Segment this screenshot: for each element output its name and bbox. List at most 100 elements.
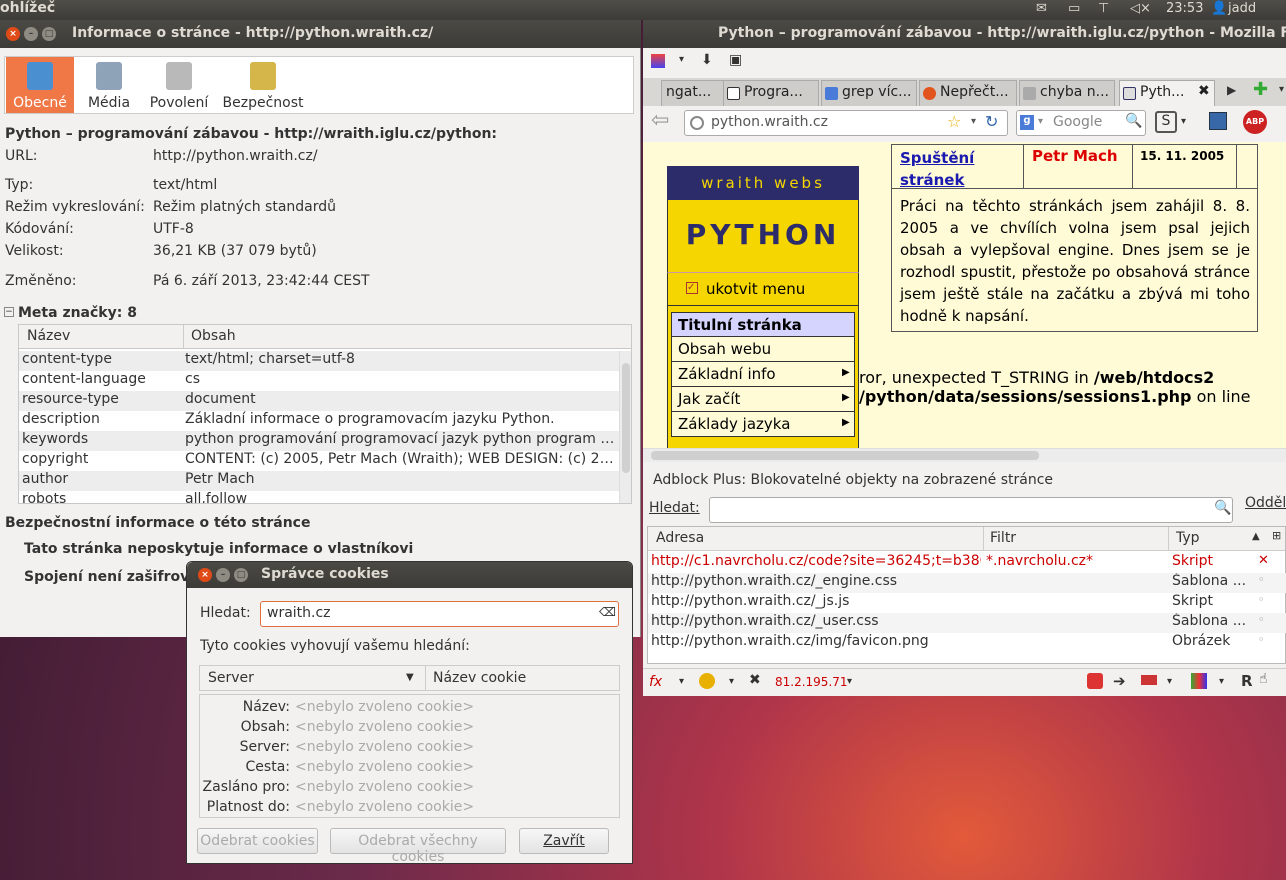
adblock-search-input[interactable]: 🔍 [709,497,1233,523]
table-row[interactable]: content-language cs [19,371,619,391]
greasemonkey-icon[interactable] [699,673,715,689]
tab-active[interactable]: Pyth... ✖ [1119,80,1215,106]
table-row[interactable]: robots all,follow [19,491,619,503]
window-icon[interactable]: ▣ [729,52,742,68]
table-row[interactable]: copyright CONTENT: (c) 2005, Petr Mach (W… [19,451,619,471]
menu-item-content[interactable]: Obsah webu [671,337,855,362]
collapse-icon[interactable]: − [4,307,14,317]
menu-item-home[interactable]: Titulní stránka [671,312,855,337]
chevron-down-icon[interactable]: ▾ [679,676,684,687]
tab[interactable]: chyba n... [1019,80,1115,106]
maximize-button[interactable]: □ [42,27,56,41]
panel-user[interactable]: jadd [1228,1,1256,16]
column-header-type[interactable]: Typ [1176,530,1200,546]
adblock-icon[interactable]: ABP [1243,110,1267,134]
flag-icon[interactable] [1141,675,1157,685]
ip-address[interactable]: 81.2.195.71 [775,675,848,689]
horizontal-scrollbar[interactable] [643,448,1286,462]
tab[interactable]: Nepřečt... [919,80,1017,106]
scrollbar-thumb[interactable] [622,363,630,473]
chevron-down-icon[interactable]: ▾ [1038,116,1043,127]
column-header-cookie-name[interactable]: Název cookie [433,670,526,686]
scroll-right-icon[interactable]: ▶ [1227,83,1236,97]
column-picker-icon[interactable]: ⊞ [1272,529,1281,542]
close-icon[interactable]: ✖ [749,672,761,688]
clear-search-icon[interactable]: ⌫ [599,605,616,619]
reload-icon[interactable]: ↻ [985,112,998,131]
s-extension-icon[interactable]: S [1155,111,1177,133]
minimize-button[interactable]: – [216,568,230,582]
table-row[interactable]: description Základní informace o programo… [19,411,619,431]
chevron-down-icon[interactable]: ▾ [1279,84,1284,95]
tab-media[interactable]: Média [81,57,137,113]
scrollbar-thumb[interactable] [651,451,1039,460]
chevron-down-icon[interactable]: ▾ [1181,116,1186,127]
tab-security[interactable]: Bezpečnost [221,57,305,113]
search-icon[interactable]: 🔍 [1214,500,1231,516]
table-row[interactable]: http://c1.navrcholu.cz/code?site=36245;t… [648,553,1286,573]
pin-menu[interactable]: ✓ ukotvit menu [667,272,859,306]
color-grid-icon[interactable] [1191,673,1207,689]
sort-icon[interactable]: ▲ [1252,531,1260,542]
chevron-down-icon[interactable]: ▾ [1219,676,1224,687]
chevron-down-icon[interactable]: ▾ [729,676,734,687]
volume-icon[interactable]: ◁× [1130,1,1151,16]
table-row[interactable]: author Petr Mach [19,471,619,491]
chevron-down-icon[interactable]: ▾ [971,116,976,127]
back-icon[interactable]: ⇦ [651,108,669,133]
news-title-link[interactable]: Spuštění stránek [900,147,1010,191]
network-icon[interactable]: ⊤ [1098,1,1109,16]
tab-permissions[interactable]: Povolení [145,57,213,113]
google-icon[interactable]: g [1020,115,1034,130]
table-row[interactable]: http://python.wraith.cz/_js.js Skript ◦ [648,593,1286,613]
remove-all-cookies-button[interactable]: Odebrat všechny cookies [330,828,506,863]
url-bar[interactable]: python.wraith.cz ☆ ▾ ↻ [684,110,1008,136]
panel-clock[interactable]: 23:53 [1166,1,1203,16]
remove-cookies-button[interactable]: Odebrat cookies [197,828,318,854]
column-header-server[interactable]: Server [208,670,254,686]
screenshot-icon[interactable] [1209,112,1227,130]
table-row[interactable]: content-type text/html; charset=utf-8 [19,351,619,371]
close-dialog-button[interactable]: Zavřít [519,828,609,854]
tab[interactable]: Progra... [723,80,819,106]
checkbox[interactable]: ✓ [686,282,698,294]
sort-icon[interactable]: ▼ [406,672,414,683]
search-bar[interactable]: g ▾ Google 🔍 [1016,110,1146,136]
download-icon[interactable]: ⬇ [701,52,713,68]
adblock-hide-link[interactable]: Oddělit [1245,495,1286,511]
meta-scrollbar[interactable] [619,351,631,503]
minimize-button[interactable]: – [24,27,38,41]
star-icon[interactable]: ☆ [947,112,961,131]
menu-item-getting-started[interactable]: Jak začít ▶ [671,387,855,412]
s-extension-icon[interactable] [1087,673,1103,689]
table-row[interactable]: keywords python programování programovací… [19,431,619,451]
column-header-name[interactable]: Název [27,328,70,344]
chevron-down-icon[interactable]: ▾ [679,54,684,65]
close-button[interactable]: × [6,27,20,41]
maximize-button[interactable]: □ [234,568,248,582]
globe-icon[interactable] [690,116,704,130]
arrow-circle-icon[interactable]: ➔ [1113,672,1126,690]
search-icon[interactable]: 🔍 [1125,113,1142,129]
cookie-search-input[interactable]: wraith.cz ⌫ [260,601,619,627]
table-row[interactable]: http://python.wraith.cz/_user.css Šablona… [648,613,1286,633]
column-header-filter[interactable]: Filtr [990,530,1016,546]
tab-general[interactable]: Obecné [6,57,74,113]
mail-icon[interactable]: ✉ [1036,1,1047,16]
r-extension-icon[interactable]: R [1241,672,1253,690]
table-row[interactable]: http://python.wraith.cz/_engine.css Šablo… [648,573,1286,593]
column-header-content[interactable]: Obsah [191,328,236,344]
menu-item-basics[interactable]: Základy jazyka ▶ [671,412,855,437]
gesture-icon[interactable]: ☝ [1259,671,1268,687]
table-row[interactable]: resource-type document [19,391,619,411]
chevron-down-icon[interactable]: ▾ [847,676,852,687]
column-header-address[interactable]: Adresa [656,530,704,546]
tab[interactable]: grep víc... [821,80,917,106]
new-tab-icon[interactable]: ✚ [1253,79,1268,100]
menu-item-basic-info[interactable]: Základní info ▶ [671,362,855,387]
close-button[interactable]: × [198,568,212,582]
chevron-down-icon[interactable]: ▾ [1167,676,1172,687]
extension-icon[interactable] [651,54,665,68]
table-row[interactable]: http://python.wraith.cz/img/favicon.png O… [648,633,1286,653]
close-tab-icon[interactable]: ✖ [1198,83,1210,99]
